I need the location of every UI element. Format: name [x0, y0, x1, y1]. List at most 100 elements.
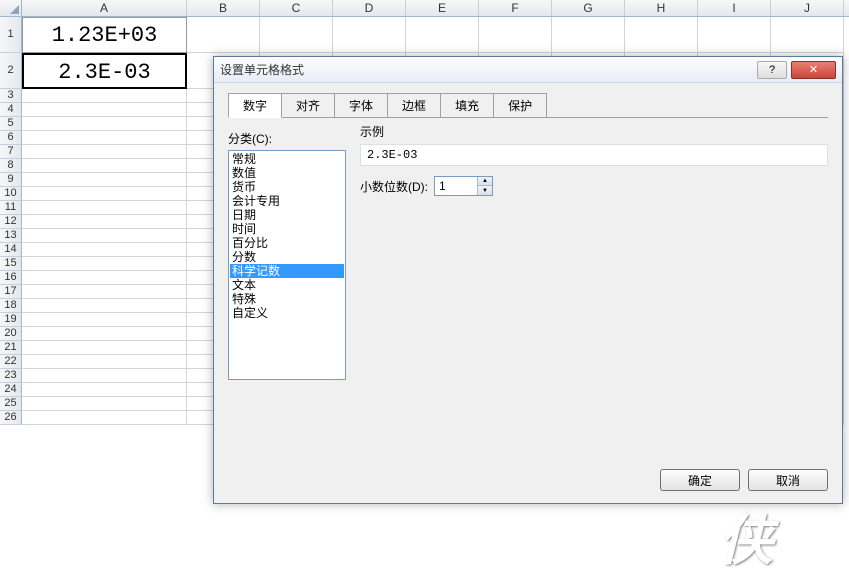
category-item[interactable]: 时间 [230, 222, 344, 236]
category-item[interactable]: 货币 [230, 180, 344, 194]
row-header[interactable]: 8 [0, 159, 22, 173]
category-list[interactable]: 常规数值货币会计专用日期时间百分比分数科学记数文本特殊自定义 [228, 150, 346, 380]
decimal-places-spinner[interactable]: ▲ ▼ [434, 176, 493, 196]
tab-5[interactable]: 保护 [493, 93, 547, 117]
tab-3[interactable]: 边框 [387, 93, 441, 117]
dialog-titlebar[interactable]: 设置单元格格式 ? ✕ [214, 57, 842, 83]
cell[interactable] [22, 383, 187, 397]
row-header[interactable]: 24 [0, 383, 22, 397]
cell[interactable]: 1.23E+03 [22, 17, 187, 53]
tab-2[interactable]: 字体 [334, 93, 388, 117]
category-item[interactable]: 特殊 [230, 292, 344, 306]
cell[interactable] [22, 173, 187, 187]
row-header[interactable]: 23 [0, 369, 22, 383]
cell[interactable] [552, 17, 625, 53]
cell[interactable] [625, 17, 698, 53]
row-header[interactable]: 25 [0, 397, 22, 411]
category-item[interactable]: 文本 [230, 278, 344, 292]
spin-up-icon[interactable]: ▲ [477, 177, 492, 186]
cell[interactable] [260, 17, 333, 53]
row-header[interactable]: 13 [0, 229, 22, 243]
col-header-A[interactable]: A [22, 0, 187, 16]
cell[interactable]: 2.3E-03 [22, 53, 187, 89]
cell[interactable] [22, 215, 187, 229]
category-item[interactable]: 自定义 [230, 306, 344, 320]
cell[interactable] [479, 17, 552, 53]
cell[interactable] [22, 201, 187, 215]
category-item[interactable]: 分数 [230, 250, 344, 264]
col-header-D[interactable]: D [333, 0, 406, 16]
spin-down-icon[interactable]: ▼ [477, 186, 492, 195]
row-header[interactable]: 21 [0, 341, 22, 355]
col-header-E[interactable]: E [406, 0, 479, 16]
row-header[interactable]: 4 [0, 103, 22, 117]
decimal-places-input[interactable] [435, 177, 477, 195]
cell[interactable] [22, 369, 187, 383]
row-header[interactable]: 5 [0, 117, 22, 131]
col-header-G[interactable]: G [552, 0, 625, 16]
row-header[interactable]: 6 [0, 131, 22, 145]
row-header[interactable]: 10 [0, 187, 22, 201]
tab-4[interactable]: 填充 [440, 93, 494, 117]
tab-0[interactable]: 数字 [228, 93, 282, 118]
cell[interactable] [22, 243, 187, 257]
row-header[interactable]: 2 [0, 53, 22, 89]
col-header-C[interactable]: C [260, 0, 333, 16]
cell[interactable] [22, 299, 187, 313]
cell[interactable] [22, 341, 187, 355]
col-header-H[interactable]: H [625, 0, 698, 16]
col-header-J[interactable]: J [771, 0, 844, 16]
cell[interactable] [22, 103, 187, 117]
cancel-button[interactable]: 取消 [748, 469, 828, 491]
row-header[interactable]: 26 [0, 411, 22, 425]
category-item[interactable]: 日期 [230, 208, 344, 222]
cell[interactable] [22, 145, 187, 159]
close-button[interactable]: ✕ [791, 61, 836, 79]
cell[interactable] [22, 397, 187, 411]
cell[interactable] [22, 117, 187, 131]
category-item[interactable]: 数值 [230, 166, 344, 180]
cell[interactable] [22, 187, 187, 201]
help-button[interactable]: ? [757, 61, 787, 79]
tab-1[interactable]: 对齐 [281, 93, 335, 117]
row-header[interactable]: 12 [0, 215, 22, 229]
row-header[interactable]: 14 [0, 243, 22, 257]
category-item[interactable]: 科学记数 [230, 264, 344, 278]
cell[interactable] [22, 159, 187, 173]
cell[interactable] [22, 411, 187, 425]
row-header[interactable]: 20 [0, 327, 22, 341]
cell[interactable] [22, 327, 187, 341]
row-header[interactable]: 3 [0, 89, 22, 103]
cell[interactable] [406, 17, 479, 53]
cell[interactable] [22, 131, 187, 145]
select-all-corner[interactable] [0, 0, 22, 16]
cell[interactable] [22, 355, 187, 369]
row-header[interactable]: 1 [0, 17, 22, 53]
row-header[interactable]: 22 [0, 355, 22, 369]
cell[interactable] [22, 313, 187, 327]
cell[interactable] [333, 17, 406, 53]
col-header-I[interactable]: I [698, 0, 771, 16]
row-header[interactable]: 7 [0, 145, 22, 159]
cell[interactable] [698, 17, 771, 53]
row-header[interactable]: 19 [0, 313, 22, 327]
category-item[interactable]: 常规 [230, 152, 344, 166]
category-item[interactable]: 会计专用 [230, 194, 344, 208]
row-header[interactable]: 18 [0, 299, 22, 313]
cell[interactable] [22, 229, 187, 243]
cell[interactable] [187, 17, 260, 53]
row-header[interactable]: 17 [0, 285, 22, 299]
cell[interactable] [22, 285, 187, 299]
row-header[interactable]: 11 [0, 201, 22, 215]
cell[interactable] [22, 257, 187, 271]
row-header[interactable]: 15 [0, 257, 22, 271]
cell[interactable] [771, 17, 844, 53]
col-header-F[interactable]: F [479, 0, 552, 16]
cell[interactable] [22, 271, 187, 285]
col-header-B[interactable]: B [187, 0, 260, 16]
row-header[interactable]: 16 [0, 271, 22, 285]
cell[interactable] [22, 89, 187, 103]
ok-button[interactable]: 确定 [660, 469, 740, 491]
category-item[interactable]: 百分比 [230, 236, 344, 250]
row-header[interactable]: 9 [0, 173, 22, 187]
